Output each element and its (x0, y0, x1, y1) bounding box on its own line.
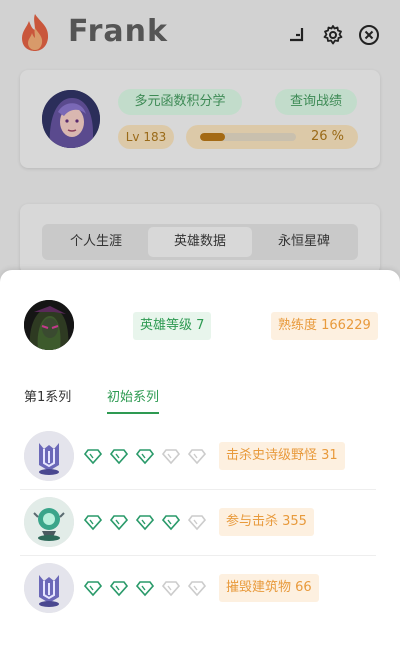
gem-empty-icon (161, 447, 181, 465)
gem-icon (109, 579, 129, 597)
statstone-label: 摧毁建筑物 66 (219, 574, 319, 602)
hero-level-tag: 英雄等级 7 (133, 312, 212, 340)
gem-icon (161, 513, 181, 531)
tabs-card: 个人生涯 英雄数据 永恒星碑 (20, 204, 380, 274)
statstone-emblem-icon (24, 431, 74, 481)
gem-icon (83, 513, 103, 531)
statstone-label: 击杀史诗级野怪 31 (219, 442, 345, 470)
hero-avatar (24, 300, 74, 350)
gem-icon (109, 447, 129, 465)
xp-percent-label: 26 % (310, 129, 344, 144)
gear-icon[interactable] (322, 24, 344, 46)
xp-progress: 26 % (186, 125, 358, 149)
gem-icon (109, 513, 129, 531)
mastery-tag: 熟练度 166229 (271, 312, 378, 340)
tab-hero-data[interactable]: 英雄数据 (148, 227, 252, 257)
statstone-emblem-icon (24, 563, 74, 613)
statstone-row: 参与击杀 355 (20, 490, 376, 554)
hero-detail-sheet: 英雄等级 7 熟练度 166229 第1系列 初始系列 击杀史诗级野怪 31 参… (0, 270, 400, 650)
gem-empty-icon (161, 579, 181, 597)
statstone-row: 击杀史诗级野怪 31 (20, 424, 376, 488)
series-tab-initial[interactable]: 初始系列 (107, 386, 160, 414)
gem-icon (135, 513, 155, 531)
tab-bar: 个人生涯 英雄数据 永恒星碑 (42, 224, 358, 260)
statstone-row: 摧毁建筑物 66 (20, 556, 376, 620)
history-button[interactable]: 查询战绩 (275, 89, 357, 115)
title-bar: Frank (0, 0, 400, 70)
gem-icon (83, 447, 103, 465)
gem-icon (135, 447, 155, 465)
pin-icon[interactable] (286, 24, 308, 46)
gem-icon (135, 579, 155, 597)
gem-empty-icon (187, 447, 207, 465)
series-tab-1[interactable]: 第1系列 (24, 386, 71, 405)
statstone-label: 参与击杀 355 (219, 508, 314, 536)
app-title: Frank (68, 14, 168, 49)
xp-progress-fill (200, 133, 225, 141)
gem-empty-icon (187, 579, 207, 597)
statstone-emblem-icon (24, 497, 74, 547)
nickname-badge: 多元函数积分学 (118, 89, 242, 115)
level-badge: Lv 183 (118, 125, 174, 149)
tab-career[interactable]: 个人生涯 (46, 227, 146, 257)
flame-logo-icon (18, 12, 52, 52)
gem-icon (83, 579, 103, 597)
xp-progress-track (200, 133, 296, 141)
profile-card: 多元函数积分学 查询战绩 Lv 183 26 % (20, 70, 380, 168)
tab-eternals[interactable]: 永恒星碑 (254, 227, 354, 257)
gem-empty-icon (187, 513, 207, 531)
close-icon[interactable] (358, 24, 380, 46)
avatar (42, 90, 100, 148)
